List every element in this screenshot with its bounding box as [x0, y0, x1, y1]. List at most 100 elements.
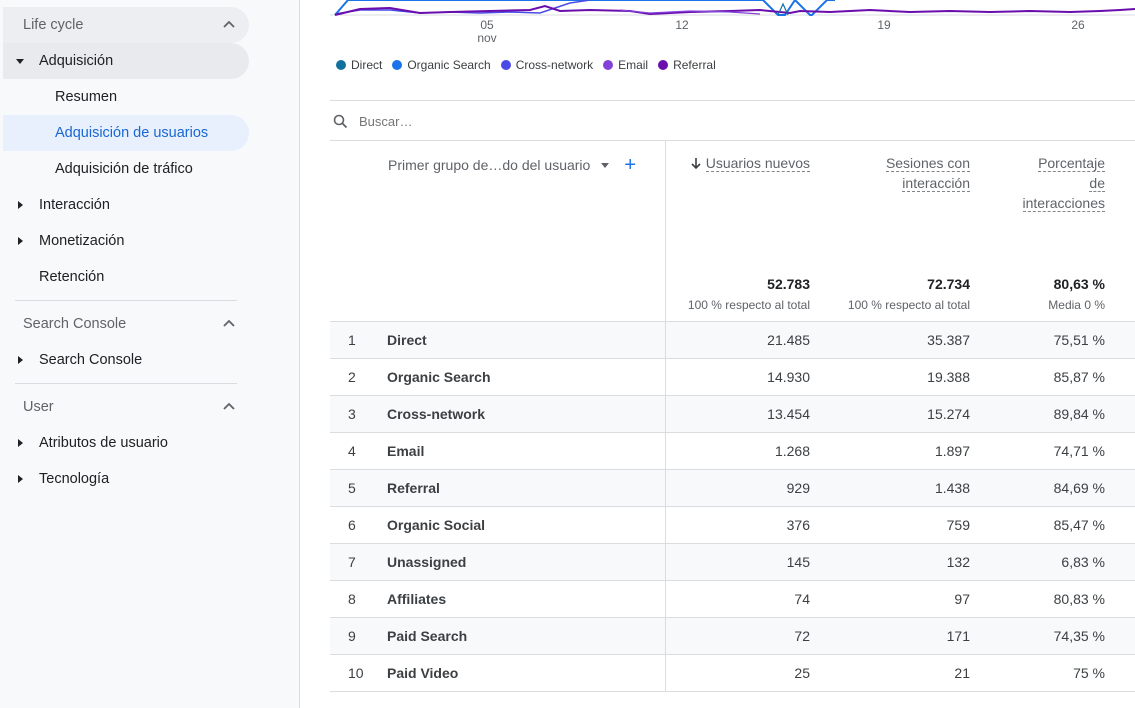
legend-label: Referral [673, 58, 716, 72]
row-channel-name: Direct [387, 332, 427, 348]
column-header-porcentaje-interacciones[interactable]: Porcentaje de interacciones [1022, 153, 1105, 213]
column-header-label: interacción [902, 175, 970, 192]
column-header-usuarios-nuevos[interactable]: Usuarios nuevos [690, 153, 810, 173]
sidebar-item-interaccion[interactable]: Interacción [3, 187, 249, 223]
search-input[interactable] [357, 110, 757, 132]
left-sidebar: Life cycle Adquisición Resumen Adquisici… [0, 0, 300, 708]
row-channel-name: Organic Social [387, 517, 486, 533]
column-total-sub: Media 0 % [1048, 298, 1105, 312]
table-row[interactable]: 10 Paid Video 25 21 75 % [330, 655, 1135, 692]
legend-label: Direct [351, 58, 383, 72]
row-usuarios-nuevos: 74 [794, 591, 810, 607]
table-row[interactable]: 2 Organic Search 14.930 19.388 85,87 % [330, 359, 1135, 396]
row-channel-name: Referral [387, 480, 440, 496]
sidebar-item-resumen[interactable]: Resumen [3, 79, 249, 115]
row-usuarios-nuevos: 929 [786, 480, 810, 496]
row-porcentaje-interacciones: 85,47 % [1053, 517, 1105, 533]
sidebar-item-atributos-usuario[interactable]: Atributos de usuario [3, 425, 249, 461]
row-index: 4 [348, 443, 356, 459]
x-tick-day: 12 [675, 18, 689, 32]
column-total-sub: 100 % respecto al total [847, 298, 970, 312]
dimension-header[interactable]: Primer grupo de…do del usuario + [388, 155, 636, 175]
table-row[interactable]: 7 Unassigned 145 132 6,83 % [330, 544, 1135, 581]
section-user[interactable]: User [3, 389, 249, 425]
row-channel-name: Affiliates [387, 591, 447, 607]
column-total: 72.734 [927, 276, 970, 292]
table-column-divider [665, 141, 666, 691]
sidebar-item-label: Resumen [55, 89, 118, 105]
sidebar-item-label: Adquisición de tráfico [55, 161, 193, 177]
row-index: 6 [348, 517, 356, 533]
legend-item-direct[interactable]: Direct [336, 58, 382, 72]
row-sesiones-interaccion: 19.388 [927, 369, 970, 385]
dimension-header-label: Primer grupo de…do del usuario [388, 157, 591, 173]
row-porcentaje-interacciones: 89,84 % [1053, 406, 1105, 422]
column-total-sub: 100 % respecto al total [687, 298, 810, 312]
x-tick-day: 19 [877, 18, 891, 32]
row-porcentaje-interacciones: 75,51 % [1053, 332, 1105, 348]
sidebar-item-search-console[interactable]: Search Console [3, 342, 249, 378]
legend-dot [603, 60, 614, 70]
row-usuarios-nuevos: 145 [786, 554, 810, 570]
row-index: 5 [348, 480, 356, 496]
row-usuarios-nuevos: 13.454 [767, 406, 810, 422]
row-channel-name: Unassigned [387, 554, 467, 570]
table-row[interactable]: 1 Direct 21.485 35.387 75,51 % [330, 322, 1135, 359]
legend-label: Email [618, 58, 649, 72]
section-life-cycle-title: Life cycle [23, 17, 84, 33]
section-search-console[interactable]: Search Console [3, 306, 249, 342]
sidebar-item-monetizacion[interactable]: Monetización [3, 223, 249, 259]
sidebar-item-tecnologia[interactable]: Tecnología [3, 461, 249, 497]
row-sesiones-interaccion: 21 [954, 665, 970, 681]
row-sesiones-interaccion: 15.274 [927, 406, 970, 422]
sidebar-item-adquisicion[interactable]: Adquisición [3, 43, 249, 79]
row-index: 3 [348, 406, 356, 422]
table-row[interactable]: 4 Email 1.268 1.897 74,71 % [330, 433, 1135, 470]
column-header-label: Porcentaje [1038, 155, 1105, 172]
sidebar-item-label: Interacción [39, 197, 110, 213]
table-body: 1 Direct 21.485 35.387 75,51 % 2 Organic Searc… [330, 322, 1135, 692]
chart-legend: Direct Organic Search Cross-network Emai… [336, 58, 716, 72]
legend-item-cross-network[interactable]: Cross-network [500, 58, 593, 72]
dropdown-arrow-icon[interactable] [600, 160, 610, 170]
legend-item-email[interactable]: Email [603, 58, 648, 72]
caret-down-icon [15, 56, 25, 66]
table-row[interactable]: 3 Cross-network 13.454 15.274 89,84 % [330, 396, 1135, 433]
chevron-up-icon [223, 20, 235, 28]
row-channel-name: Email [387, 443, 425, 459]
row-porcentaje-interacciones: 84,69 % [1053, 480, 1105, 496]
row-index: 10 [348, 665, 364, 681]
row-sesiones-interaccion: 759 [946, 517, 970, 533]
legend-item-referral[interactable]: Referral [658, 58, 716, 72]
table-row[interactable]: 8 Affiliates 74 97 80,83 % [330, 581, 1135, 618]
add-dimension-button[interactable]: + [624, 155, 636, 175]
table-row[interactable]: 9 Paid Search 72 171 74,35 % [330, 618, 1135, 655]
row-index: 9 [348, 628, 356, 644]
x-tick-label: 12 [662, 19, 702, 32]
sidebar-item-label: Monetización [39, 233, 125, 249]
section-life-cycle[interactable]: Life cycle [3, 7, 249, 43]
sidebar-item-adquisicion-usuarios[interactable]: Adquisición de usuarios [3, 115, 249, 151]
table-row[interactable]: 6 Organic Social 376 759 85,47 % [330, 507, 1135, 544]
caret-right-icon [15, 438, 25, 448]
column-total: 52.783 [767, 276, 810, 292]
sidebar-item-adquisicion-trafico[interactable]: Adquisición de tráfico [3, 151, 249, 187]
sidebar-item-label: Search Console [39, 352, 143, 368]
table-row[interactable]: 5 Referral 929 1.438 84,69 % [330, 470, 1135, 507]
sidebar-item-label: Retención [39, 269, 105, 285]
column-header-label: Sesiones con [885, 155, 970, 172]
sidebar-divider [15, 383, 237, 384]
legend-dot [500, 60, 511, 70]
x-tick-label: 19 [864, 19, 904, 32]
column-header-sesiones-interaccion[interactable]: Sesiones con interacción [885, 153, 970, 193]
row-channel-name: Paid Search [387, 628, 468, 644]
legend-dot [658, 60, 669, 70]
row-index: 2 [348, 369, 356, 385]
row-porcentaje-interacciones: 80,83 % [1053, 591, 1105, 607]
legend-item-organic-search[interactable]: Organic Search [392, 58, 491, 72]
sidebar-item-retencion[interactable]: Retención [3, 259, 249, 295]
row-usuarios-nuevos: 14.930 [767, 369, 810, 385]
x-tick-month: nov [477, 31, 497, 45]
caret-right-icon [15, 236, 25, 246]
row-usuarios-nuevos: 72 [794, 628, 810, 644]
